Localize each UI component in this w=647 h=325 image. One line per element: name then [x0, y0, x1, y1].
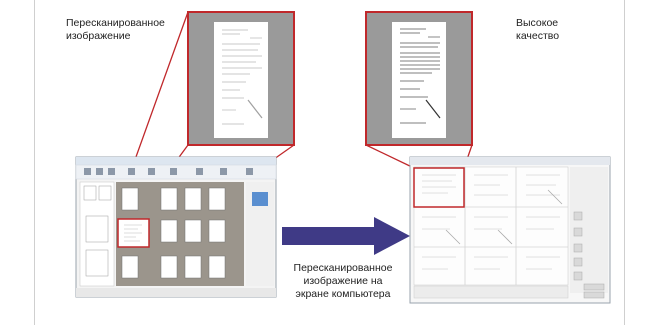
left-zoom-panel — [187, 11, 295, 146]
on-screen-label: Пересканированное изображение на экране … — [293, 262, 393, 300]
right-arrow-icon — [282, 217, 410, 255]
rescanned-image-label: Пересканированное изображение — [66, 17, 165, 42]
comparison-diagram: Пересканированное изображение Высокое ка… — [0, 0, 647, 325]
left-zoom-page — [214, 22, 268, 138]
right-scanner-window — [409, 156, 611, 304]
right-zoom-panel — [365, 11, 473, 146]
left-scanner-window — [75, 156, 277, 298]
right-zoom-page — [392, 22, 446, 138]
high-quality-label: Высокое качество — [516, 17, 560, 42]
